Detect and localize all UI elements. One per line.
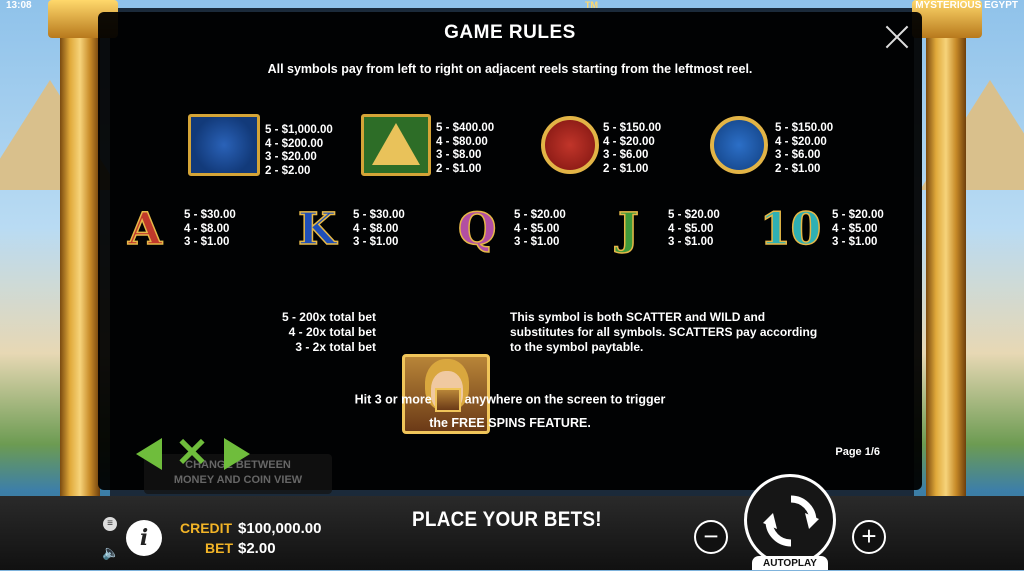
pay-line: 5 - $20.00: [514, 209, 566, 221]
pay-line: 4 - $20.00: [775, 135, 827, 148]
rules-intro: All symbols pay from left to right on ad…: [267, 62, 753, 76]
pay-line: 4 - $5.00: [832, 222, 878, 235]
falcon-coin-icon: [710, 116, 768, 174]
game-rules-panel: GAME RULES All symbols pay from left to …: [98, 12, 922, 490]
pay-line: 3 - $6.00: [775, 149, 821, 161]
pay-line: 5 - $20.00: [832, 209, 884, 221]
paytable-pyramid: 5 - $400.00 4 - $80.00 3 - $8.00 2 - $1.…: [436, 122, 494, 176]
pay-line: 5 - 200x total bet: [281, 310, 376, 324]
pay-line: 5 - $20.00: [668, 209, 720, 221]
symbol-q-icon: Q: [457, 204, 497, 255]
pay-line: 2 - $1.00: [775, 162, 821, 175]
sound-icon[interactable]: 🔈: [102, 544, 119, 561]
trigger-text-line2: the FREE SPINS FEATURE.: [429, 416, 591, 430]
symbol-j-icon: J: [617, 204, 639, 255]
autoplay-button[interactable]: AUTOPLAY: [752, 556, 828, 570]
cleopatra-mini-icon: [435, 388, 462, 412]
close-rules-x-icon[interactable]: ✕: [174, 433, 210, 473]
paytable-eye: 5 - $1,000.00 4 - $200.00 3 - $20.00 2 -…: [265, 124, 333, 178]
trigger-text-after: anywhere on the screen to trigger: [464, 392, 666, 407]
pay-line: 3 - $8.00: [436, 149, 482, 161]
menu-icon[interactable]: ≡: [103, 517, 117, 531]
trademark: TM: [585, 0, 598, 10]
pay-line: 4 - $8.00: [184, 222, 230, 235]
pay-line: 5 - $30.00: [353, 209, 405, 221]
pay-line: 4 - 20x total bet: [288, 325, 376, 339]
paytable-j: 5 - $20.00 4 - $5.00 3 - $1.00: [668, 209, 720, 250]
pay-line: 5 - $1,000.00: [265, 124, 333, 136]
pillar-left: [60, 0, 100, 520]
eye-of-horus-icon: [188, 114, 260, 176]
pay-line: 3 - $1.00: [832, 236, 878, 248]
symbol-a-icon: A: [127, 204, 163, 255]
game-title: MYSTERIOUS EGYPT: [915, 0, 1018, 11]
paytable-a: 5 - $30.00 4 - $8.00 3 - $1.00: [184, 209, 236, 250]
next-page-arrow-icon[interactable]: [224, 438, 250, 470]
pay-line: 5 - $150.00: [775, 122, 834, 134]
pay-line: 2 - $2.00: [265, 164, 311, 177]
paytable-cat: 5 - $150.00 4 - $20.00 3 - $6.00 2 - $1.…: [603, 122, 661, 176]
spin-button[interactable]: [744, 474, 836, 566]
paytable-q: 5 - $20.00 4 - $5.00 3 - $1.00: [514, 209, 566, 250]
pay-line: 5 - $150.00: [603, 122, 662, 134]
increase-bet-button[interactable]: +: [852, 520, 886, 554]
pay-line: 3 - $1.00: [668, 236, 714, 248]
credit-label: CREDIT: [180, 520, 233, 536]
cat-coin-icon: [541, 116, 599, 174]
pay-line: 3 - $1.00: [353, 236, 399, 248]
clock: 13:08: [6, 0, 32, 11]
page-indicator: Page 1/6: [835, 446, 880, 458]
pay-line: 3 - $20.00: [265, 151, 317, 163]
info-button[interactable]: i: [126, 520, 162, 556]
pyramid-icon: [361, 114, 431, 176]
page-title: GAME RULES: [444, 22, 576, 43]
pay-line: 5 - $30.00: [184, 209, 236, 221]
pay-line: 3 - 2x total bet: [295, 340, 376, 354]
bet-label: BET: [205, 540, 233, 556]
scatter-description: This symbol is both SCATTER and WILD and…: [510, 310, 818, 354]
pay-line: 3 - $1.00: [514, 236, 560, 248]
pay-line: 4 - $200.00: [265, 137, 324, 150]
symbol-10-icon: 10: [759, 204, 822, 255]
pay-line: 2 - $1.00: [603, 162, 649, 175]
close-icon[interactable]: [884, 24, 910, 50]
paytable-k: 5 - $30.00 4 - $8.00 3 - $1.00: [353, 209, 405, 250]
decrease-bet-button[interactable]: −: [694, 520, 728, 554]
pillar-right: [926, 0, 966, 520]
spin-arrows-icon: [763, 495, 819, 547]
scatter-paytable: 5 - 200x total bet 4 - 20x total bet 3 -…: [264, 310, 376, 355]
pay-line: 4 - $5.00: [668, 222, 714, 235]
credit-value[interactable]: $100,000.00: [238, 520, 321, 537]
pay-line: 4 - $80.00: [436, 135, 488, 148]
pay-line: 3 - $6.00: [603, 149, 649, 161]
tooltip-line: MONEY AND COIN VIEW: [173, 474, 303, 486]
pay-line: 5 - $400.00: [436, 122, 495, 134]
status-message: PLACE YOUR BETS!: [412, 508, 602, 531]
paytable-falcon: 5 - $150.00 4 - $20.00 3 - $6.00 2 - $1.…: [775, 122, 833, 176]
pay-line: 4 - $5.00: [514, 222, 560, 235]
pay-line: 2 - $1.00: [436, 162, 482, 175]
free-spins-trigger-text: Hit 3 or more anywhere on the screen to …: [98, 388, 922, 435]
bet-value[interactable]: $2.00: [238, 540, 276, 557]
trigger-text-before: Hit 3 or more: [354, 392, 432, 407]
pay-line: 4 - $8.00: [353, 222, 399, 235]
symbol-k-icon: K: [297, 204, 337, 255]
pay-line: 4 - $20.00: [603, 135, 655, 148]
paytable-10: 5 - $20.00 4 - $5.00 3 - $1.00: [832, 209, 884, 250]
previous-page-arrow-icon[interactable]: [136, 438, 162, 470]
pay-line: 3 - $1.00: [184, 236, 230, 248]
